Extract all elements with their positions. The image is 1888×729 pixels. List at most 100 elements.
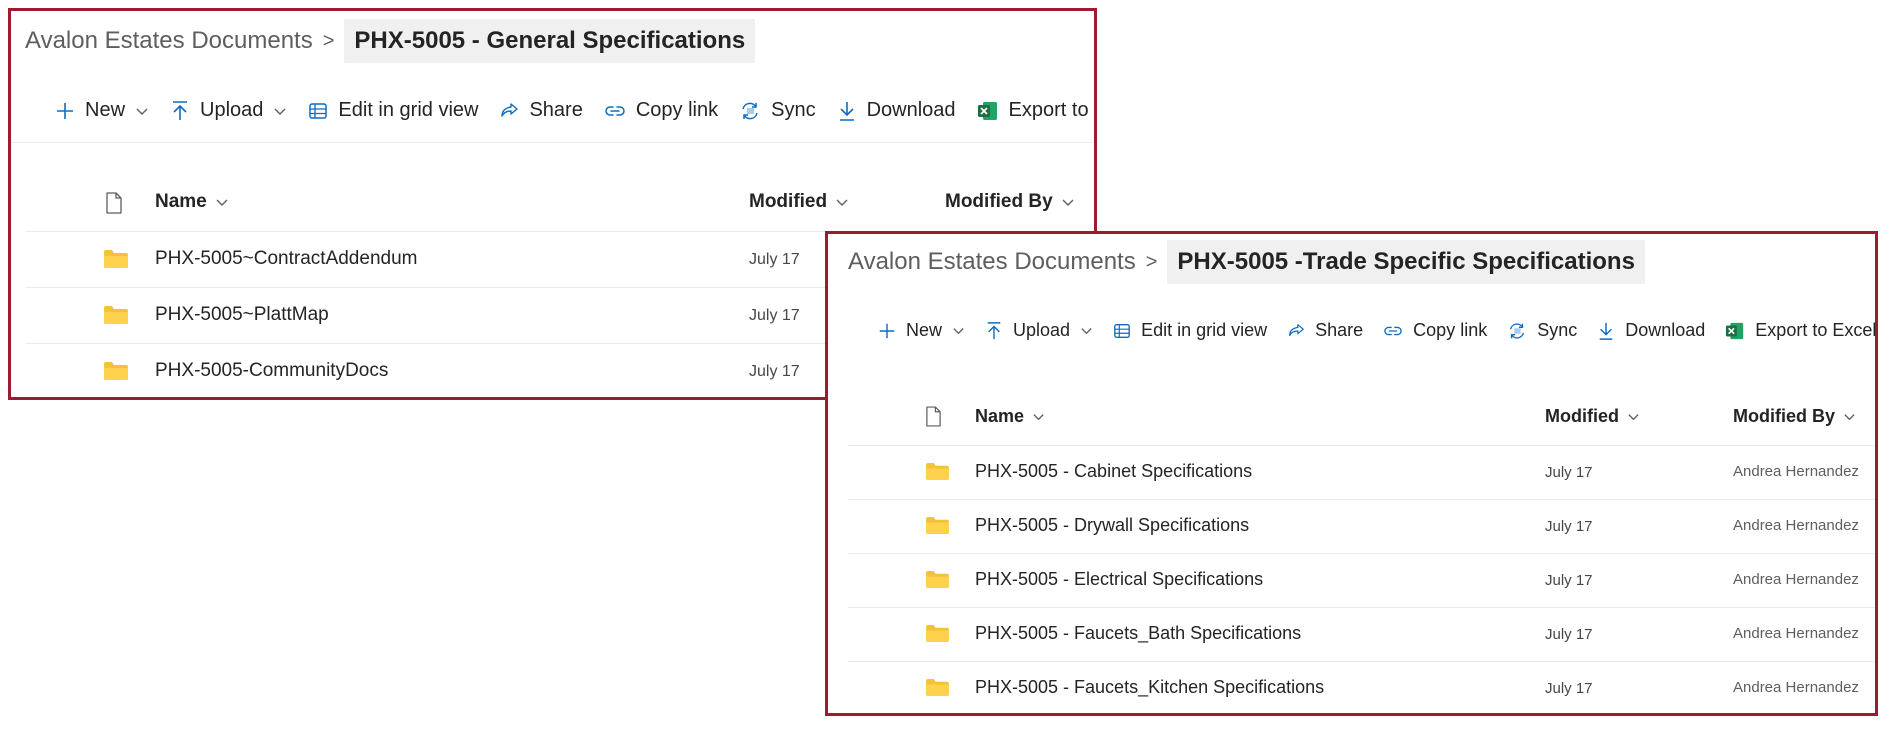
item-modified: July 17: [749, 307, 800, 324]
upload-label: Upload: [1013, 320, 1071, 340]
file-type-column-icon[interactable]: [925, 406, 942, 427]
item-modified-by: Andrea Hernandez: [1733, 517, 1859, 534]
grid-icon: [1114, 323, 1130, 338]
download-icon: [839, 101, 854, 121]
link-icon: [1384, 326, 1402, 335]
name-column-header[interactable]: Name: [975, 406, 1045, 427]
breadcrumb-current-folder: PHX-5005 - General Specifications: [344, 19, 756, 63]
edit-grid-view-label: Edit in grid view: [1141, 320, 1268, 340]
item-modified: July 17: [1545, 464, 1593, 481]
chevron-down-icon: [274, 108, 286, 115]
chevron-down-icon: [136, 108, 148, 115]
item-name[interactable]: PHX-5005 - Electrical Specifications: [975, 569, 1263, 590]
file-type-column-icon[interactable]: [105, 192, 123, 214]
item-modified-by: Andrea Hernandez: [1733, 463, 1859, 480]
modified-column-header[interactable]: Modified: [749, 191, 849, 213]
modified-by-column-label: Modified By: [945, 191, 1053, 212]
copy-link-label: Copy link: [1413, 320, 1488, 340]
copy-link-button[interactable]: Copy link: [604, 99, 718, 122]
copy-link-button[interactable]: Copy link: [1383, 320, 1487, 341]
breadcrumb-current-folder: PHX-5005 -Trade Specific Specifications: [1167, 240, 1645, 284]
sync-label: Sync: [771, 99, 816, 121]
list-item[interactable]: PHX-5005 - Cabinet Specifications July 1…: [848, 445, 1875, 500]
item-name[interactable]: PHX-5005 - Faucets_Bath Specifications: [975, 623, 1301, 644]
upload-button[interactable]: Upload: [170, 99, 287, 122]
modified-column-label: Modified: [749, 191, 828, 212]
grid-icon: [309, 102, 328, 119]
item-modified: July 17: [1545, 626, 1593, 643]
export-to-excel-label: Export to Excel: [1755, 320, 1877, 340]
download-label: Download: [1625, 320, 1706, 340]
share-button[interactable]: Share: [499, 99, 583, 122]
new-label: New: [906, 320, 943, 340]
sync-icon: [1510, 322, 1525, 339]
folder-icon: [104, 250, 128, 268]
modified-column-header[interactable]: Modified: [1545, 406, 1640, 427]
name-column-header[interactable]: Name: [155, 191, 229, 213]
plus-icon: [57, 102, 73, 119]
edit-grid-view-button[interactable]: Edit in grid view: [308, 99, 478, 122]
excel-icon: [1726, 322, 1744, 339]
folder-icon: [926, 516, 949, 535]
chevron-down-icon: [1081, 328, 1092, 335]
download-button[interactable]: Download: [1597, 320, 1705, 341]
sync-label: Sync: [1537, 320, 1578, 340]
upload-button[interactable]: Upload: [985, 320, 1093, 341]
item-modified: July 17: [1545, 680, 1593, 697]
item-modified: July 17: [1545, 572, 1593, 589]
excel-icon: [977, 101, 997, 120]
chevron-down-icon: [1062, 199, 1074, 206]
folder-icon: [926, 462, 949, 481]
item-modified: July 17: [749, 251, 800, 268]
plus-icon: [879, 323, 895, 338]
new-button[interactable]: New: [878, 320, 965, 341]
modified-by-column-label: Modified By: [1733, 406, 1835, 426]
trade-specifications-panel: Avalon Estates Documents > PHX-5005 -Tra…: [825, 231, 1878, 716]
chevron-down-icon: [836, 199, 848, 206]
list-item[interactable]: PHX-5005 - Electrical Specifications Jul…: [848, 553, 1875, 608]
folder-icon: [104, 362, 128, 380]
folder-icon: [926, 570, 949, 589]
list-item[interactable]: PHX-5005 - Drywall Specifications July 1…: [848, 499, 1875, 554]
edit-grid-view-button[interactable]: Edit in grid view: [1113, 320, 1267, 341]
export-to-excel-button[interactable]: Export to Excel: [977, 99, 1094, 122]
item-modified-by: Andrea Hernandez: [1733, 625, 1859, 642]
item-name[interactable]: PHX-5005~PlattMap: [155, 304, 329, 326]
chevron-down-icon: [1033, 414, 1044, 421]
name-column-label: Name: [155, 191, 207, 212]
share-icon: [1289, 323, 1304, 336]
download-button[interactable]: Download: [837, 99, 956, 122]
modified-by-column-header[interactable]: Modified By: [945, 191, 1075, 213]
sync-button[interactable]: Sync: [739, 99, 816, 122]
breadcrumb-root-link[interactable]: Avalon Estates Documents: [848, 248, 1136, 276]
item-name[interactable]: PHX-5005 - Drywall Specifications: [975, 515, 1249, 536]
upload-icon: [173, 100, 188, 120]
export-to-excel-button[interactable]: Export to Excel: [1725, 320, 1877, 341]
list-item[interactable]: PHX-5005 - Faucets_Bath Specifications J…: [848, 607, 1875, 662]
sync-button[interactable]: Sync: [1507, 320, 1577, 341]
chevron-down-icon: [1628, 414, 1639, 421]
sync-icon: [742, 102, 758, 119]
download-label: Download: [866, 99, 956, 121]
copy-link-label: Copy link: [635, 99, 719, 121]
chevron-down-icon: [1844, 414, 1855, 421]
share-label: Share: [529, 99, 583, 121]
item-name[interactable]: PHX-5005-CommunityDocs: [155, 360, 388, 382]
new-button[interactable]: New: [55, 99, 149, 122]
upload-icon: [987, 321, 1001, 339]
item-name[interactable]: PHX-5005~ContractAddendum: [155, 248, 417, 270]
modified-column-label: Modified: [1545, 406, 1619, 426]
export-to-excel-label: Export to Excel: [1008, 99, 1094, 121]
chevron-down-icon: [953, 328, 964, 335]
breadcrumb: Avalon Estates Documents > PHX-5005 - Ge…: [25, 19, 756, 63]
share-button[interactable]: Share: [1287, 320, 1363, 341]
item-name[interactable]: PHX-5005 - Faucets_Kitchen Specification…: [975, 677, 1324, 698]
modified-by-column-header[interactable]: Modified By: [1733, 406, 1856, 427]
download-icon: [1599, 322, 1613, 340]
breadcrumb: Avalon Estates Documents > PHX-5005 -Tra…: [848, 240, 1645, 284]
new-label: New: [85, 99, 126, 121]
list-item[interactable]: PHX-5005 - Faucets_Kitchen Specification…: [848, 661, 1875, 713]
folder-icon: [104, 306, 128, 324]
item-name[interactable]: PHX-5005 - Cabinet Specifications: [975, 461, 1252, 482]
breadcrumb-root-link[interactable]: Avalon Estates Documents: [25, 27, 313, 55]
